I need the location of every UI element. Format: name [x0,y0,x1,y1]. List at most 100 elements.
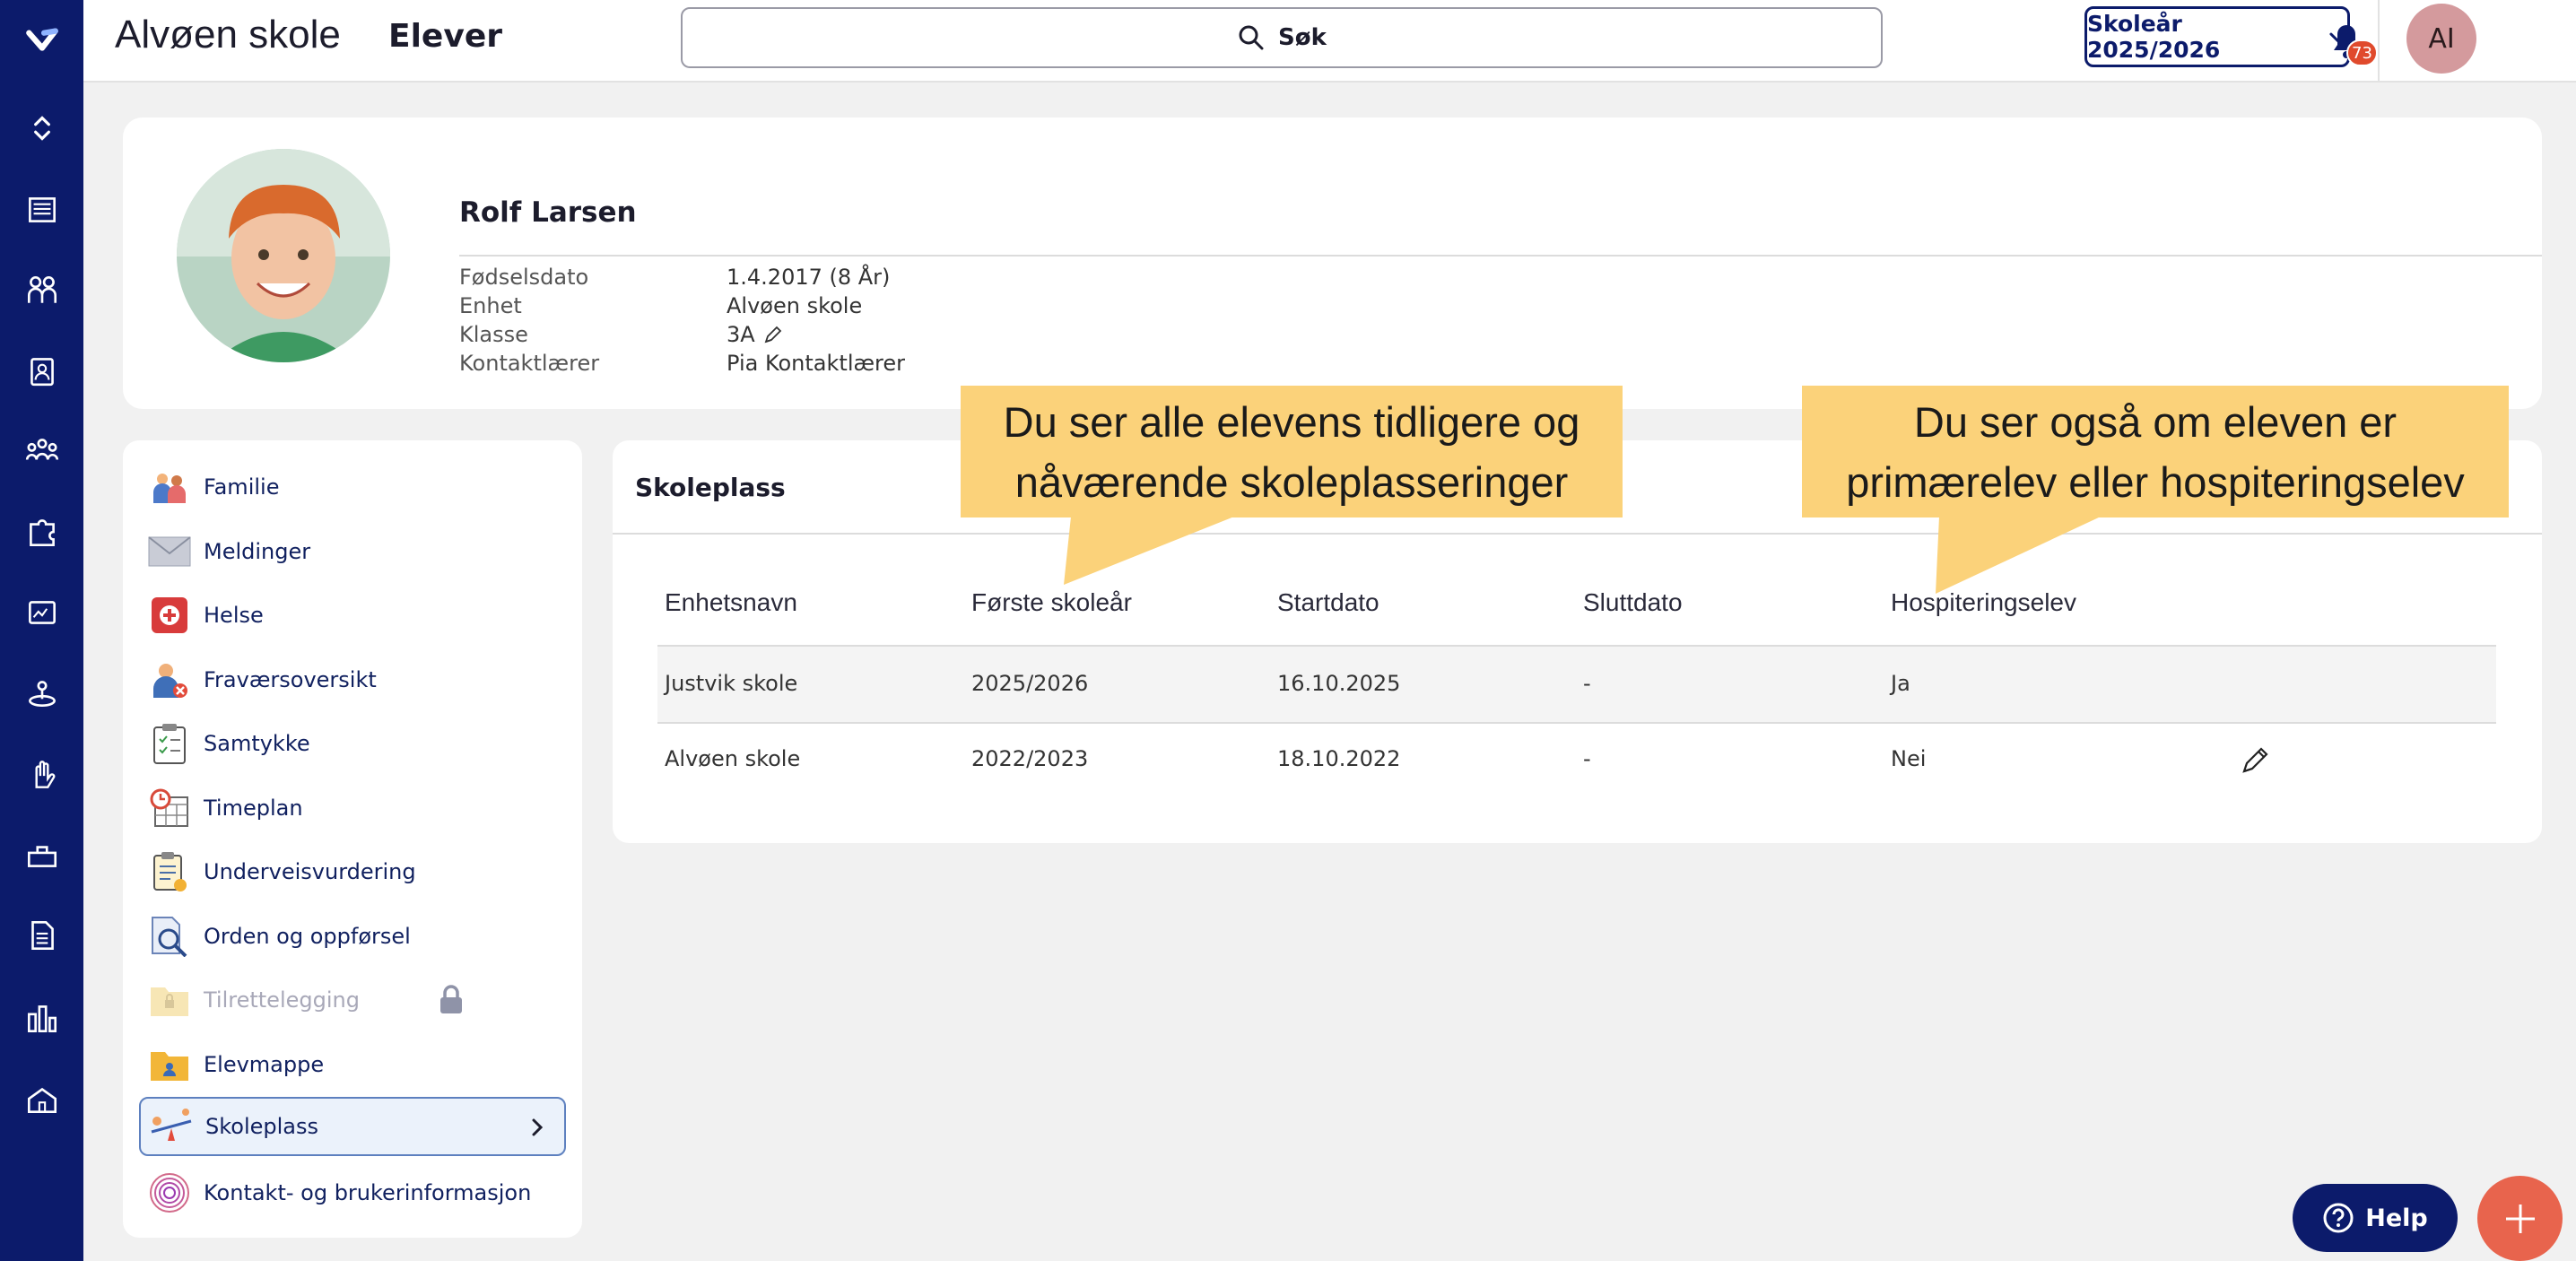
people-icon[interactable] [20,267,65,312]
callout-line: nåværende skoleplasseringer [1014,458,1569,506]
puzzle-icon[interactable] [20,509,65,554]
menu-item-orden[interactable]: Orden og oppførsel [139,907,566,966]
cell: Nei [1891,746,1927,771]
info-label: Enhet [459,293,522,318]
cell: Ja [1891,671,1910,696]
menu-label: Orden og oppførsel [204,924,411,949]
menu-item-underveisvurdering[interactable]: Underveisvurdering [139,842,566,901]
expand-collapse-icon[interactable] [20,106,65,151]
search-field[interactable]: Søk [681,7,1883,68]
menu-label: Samtykke [204,731,310,756]
consent-clipboard-icon [148,722,191,765]
raised-hand-icon[interactable] [20,752,65,796]
edit-row-pencil-icon[interactable] [2240,744,2272,776]
cell: 2022/2023 [971,746,1089,771]
lock-icon [440,985,462,1013]
callout-line: Du ser alle elevens tidligere og [1003,398,1580,446]
info-value: 3A [727,322,755,347]
info-row-class: Klasse 3A [459,322,784,347]
callout-tail-left [1064,517,1234,585]
info-value: 1.4.2017 (8 År) [727,265,891,290]
menu-item-fravaer[interactable]: Fraværsoversikt [139,650,566,709]
add-button[interactable] [2477,1176,2563,1261]
bar-chart-icon[interactable] [20,996,65,1040]
info-label: Klasse [459,322,528,347]
menu-label: Underveisvurdering [204,859,416,884]
info-label: Fødselsdato [459,265,589,290]
news-icon[interactable] [20,187,65,232]
callout-placements: Du ser alle elevens tidligere og nåværen… [961,386,1623,517]
topbar-divider [2378,0,2380,83]
panel-title: Skoleplass [635,473,786,502]
callout-line: Du ser også om eleven er [1913,398,2398,446]
student-folder-icon [148,1043,191,1086]
search-icon [1239,25,1264,50]
menu-item-meldinger[interactable]: Meldinger [139,522,566,581]
school-year-label: Skoleår 2025/2026 [2087,11,2221,63]
info-row-birthdate: Fødselsdato 1.4.2017 (8 År) [459,265,890,290]
callout-hospitering: Du ser også om eleven er primærelev elle… [1802,386,2509,517]
student-header-card: Rolf Larsen Fødselsdato 1.4.2017 (8 År) … [123,117,2542,409]
cell: Justvik skole [665,671,798,696]
document-icon[interactable] [20,913,65,958]
menu-label: Elevmappe [204,1052,325,1077]
panel-divider [613,533,2542,535]
menu-item-skoleplass[interactable]: Skoleplass [139,1097,566,1156]
envelope-icon [148,530,191,573]
info-value: Alvøen skole [727,293,863,318]
person-orbit-icon[interactable] [20,671,65,716]
column-header: Sluttdato [1583,588,1683,616]
menu-item-elevmappe[interactable]: Elevmappe [139,1035,566,1094]
info-row-unit: Enhet Alvøen skole [459,293,862,318]
menu-item-familie[interactable]: Familie [139,457,566,517]
clipboard-user-icon[interactable] [20,348,65,393]
menu-label: Meldinger [204,539,311,564]
card-divider [459,255,2542,257]
column-header: Enhetsnavn [665,588,797,616]
menu-item-samtykke[interactable]: Samtykke [139,714,566,773]
edit-class-pencil-icon[interactable] [762,324,784,345]
dashboard-icon[interactable] [20,590,65,635]
student-side-menu: Familie Meldinger Helse Fraværsoversikt … [123,440,582,1238]
user-avatar[interactable]: AI [2406,4,2476,74]
menu-label: Familie [204,474,280,500]
student-name: Rolf Larsen [459,196,637,229]
menu-label: Fraværsoversikt [204,667,377,692]
menu-item-kontakt[interactable]: Kontakt- og brukerinformasjon [139,1163,566,1222]
school-year-button[interactable]: Skoleår 2025/2026 [2084,6,2350,67]
menu-item-timeplan[interactable]: Timeplan [139,778,566,838]
info-label: Kontaktlærer [459,351,600,376]
question-icon [2323,1203,2354,1233]
notification-badge: 73 [2346,39,2378,66]
menu-label: Kontakt- og brukerinformasjon [204,1180,532,1205]
help-button[interactable]: Help [2293,1184,2458,1252]
menu-item-helse[interactable]: Helse [139,586,566,645]
column-header: Første skoleår [971,588,1132,616]
school-icon[interactable] [20,1076,65,1121]
student-photo [177,149,390,362]
desk-icon[interactable] [20,832,65,877]
health-icon [148,594,191,637]
menu-label: Helse [204,603,264,628]
locked-folder-icon [148,978,191,1022]
group-icon[interactable] [20,428,65,473]
nav-rail [0,0,83,1261]
cell: - [1583,746,1591,771]
callout-tail-right [1936,517,2101,594]
menu-label: Tilrettelegging [204,987,360,1013]
app-logo-icon[interactable] [20,16,65,61]
cell: Alvøen skole [665,746,801,771]
cell: - [1583,671,1591,696]
fingerprint-icon [148,1171,191,1214]
chevron-right-icon [532,1118,544,1136]
table-row: Alvøen skole 2022/2023 18.10.2022 - Nei [657,722,2496,797]
cell: 2025/2026 [971,671,1089,696]
assessment-icon [148,850,191,893]
app-title: Alvøen skole [115,13,341,57]
top-bar: Alvøen skole Elever Søk Skoleår 2025/202… [83,0,2576,83]
seesaw-icon [150,1105,193,1148]
cell: 18.10.2022 [1277,746,1401,771]
schedule-icon [148,787,191,830]
section-title: Elever [388,18,502,55]
info-row-contact-teacher: Kontaktlærer Pia Kontaktlærer [459,351,905,376]
